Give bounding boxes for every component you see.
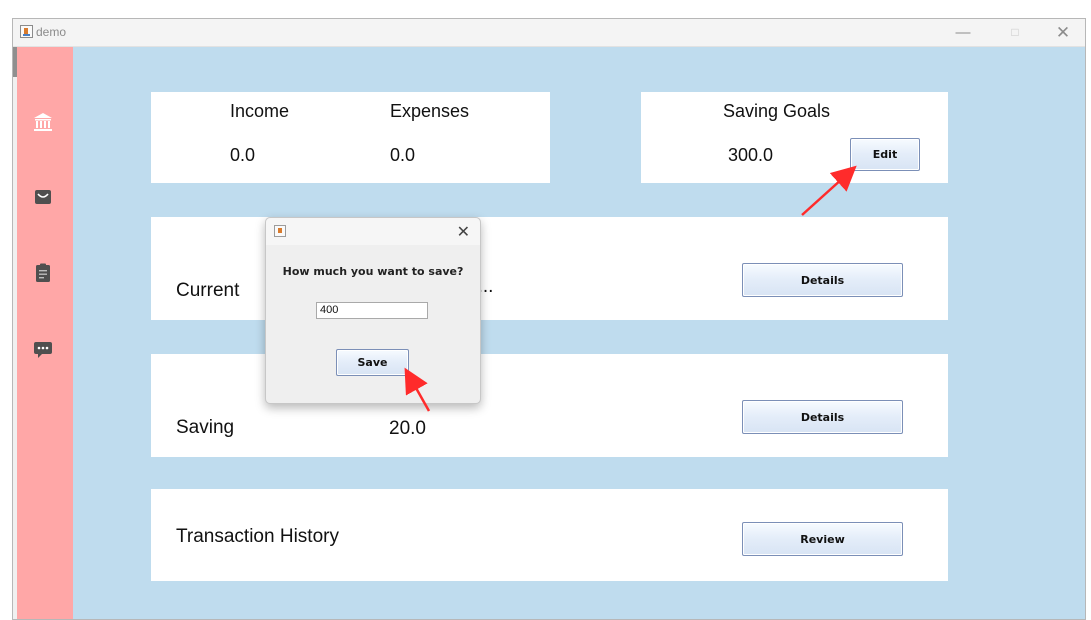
expenses-value: 0.0: [390, 145, 416, 165]
transaction-history-card: Transaction History Review: [151, 489, 948, 581]
edit-goals-button[interactable]: Edit: [850, 138, 920, 171]
java-app-icon: [20, 25, 33, 38]
transaction-history-label: Transaction History: [176, 526, 339, 547]
sidebar: [17, 47, 73, 619]
bank-icon[interactable]: [32, 111, 54, 133]
window-title: demo: [36, 25, 67, 39]
minimize-button[interactable]: —: [941, 20, 985, 45]
dialog-close-button[interactable]: ✕: [457, 222, 470, 242]
saving-details-button[interactable]: Details: [742, 400, 903, 434]
review-button[interactable]: Review: [742, 522, 903, 556]
chat-icon[interactable]: [32, 338, 54, 360]
title-bar[interactable]: demo — □ ✕: [13, 19, 1085, 47]
dialog-title-bar[interactable]: ✕: [266, 218, 480, 245]
save-amount-input[interactable]: 400: [316, 302, 428, 319]
main-content: Income Expenses 0.0 0.0 Saving Goals 300…: [73, 47, 1085, 619]
saving-goals-label: Saving Goals: [723, 101, 831, 121]
saving-goals-card: Saving Goals 300.0 Edit: [641, 92, 948, 183]
saving-goals-value: 300.0: [728, 145, 774, 165]
app-window: demo — □ ✕ Income Expenses 0.0 0.0 Savin…: [12, 18, 1086, 620]
summary-card: Income Expenses 0.0 0.0: [151, 92, 550, 183]
clipboard-icon[interactable]: [32, 262, 54, 284]
wallet-icon[interactable]: [32, 186, 54, 208]
saving-label: Saving: [176, 417, 235, 438]
java-app-icon: [274, 225, 286, 237]
income-label: Income: [230, 101, 290, 121]
income-value: 0.0: [230, 145, 256, 165]
current-details-button[interactable]: Details: [742, 263, 903, 297]
close-button[interactable]: ✕: [1041, 20, 1085, 45]
saving-value: 20.0: [389, 418, 426, 439]
current-label: Current: [176, 280, 240, 301]
dialog-question: How much you want to save?: [282, 265, 464, 278]
maximize-button[interactable]: □: [993, 20, 1037, 45]
dialog-save-button[interactable]: Save: [336, 349, 409, 376]
expenses-label: Expenses: [390, 101, 470, 121]
save-amount-dialog: ✕ How much you want to save? 400 Save: [265, 217, 481, 404]
